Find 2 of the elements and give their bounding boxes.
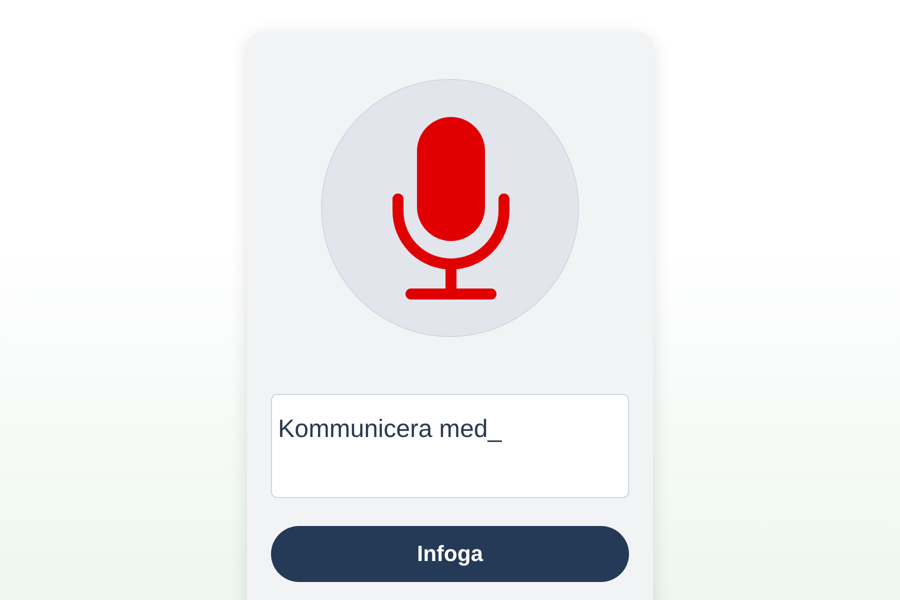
dictation-field[interactable]: Kommunicera med_ xyxy=(271,394,629,498)
insert-button[interactable]: Infoga xyxy=(271,526,629,582)
